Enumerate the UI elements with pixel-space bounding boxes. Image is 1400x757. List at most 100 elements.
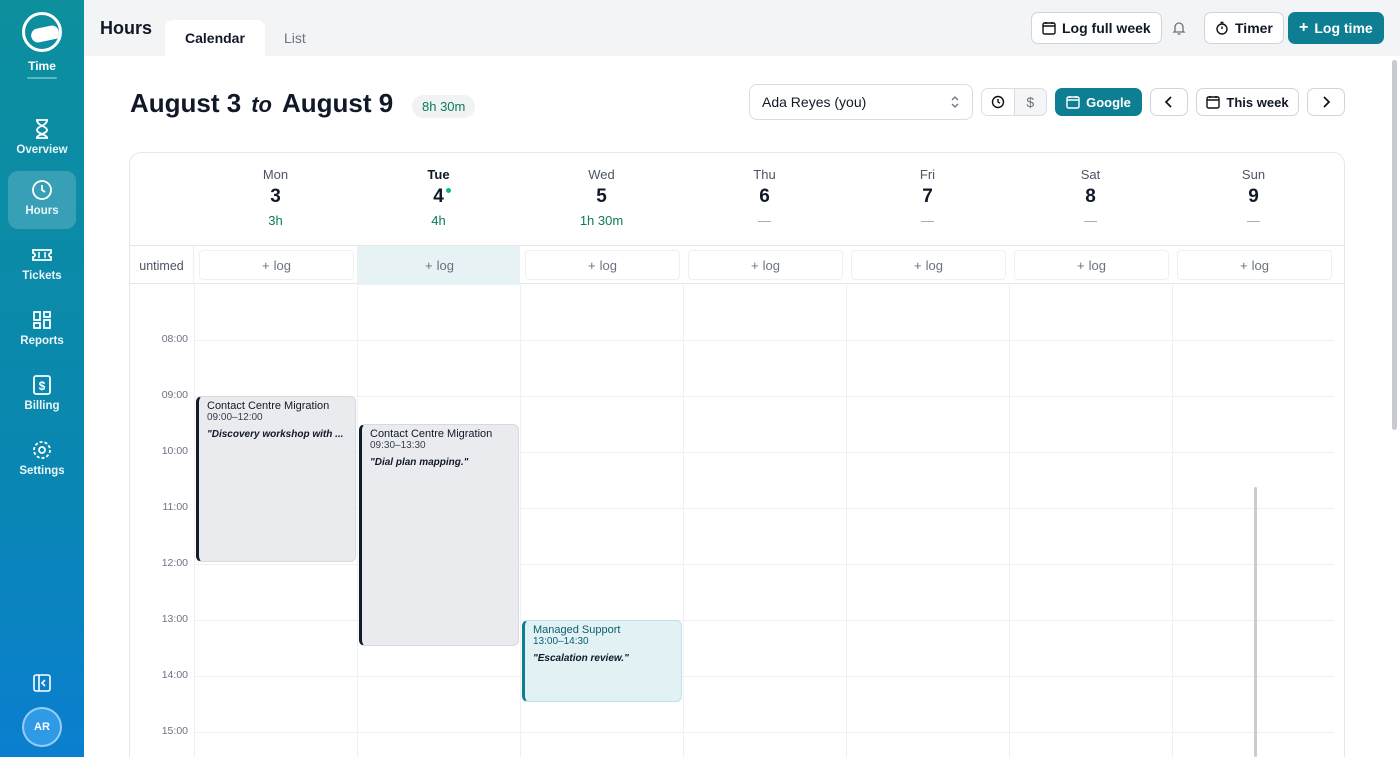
log-untimed-button-mon[interactable]: + log bbox=[199, 250, 354, 280]
log-full-week-label: Log full week bbox=[1062, 20, 1151, 36]
day-header-sat[interactable]: Sat 8 — bbox=[1009, 153, 1172, 245]
day-header-sun[interactable]: Sun 9 — bbox=[1172, 153, 1335, 245]
log-untimed-button-sun[interactable]: + log bbox=[1177, 250, 1332, 280]
google-calendar-button[interactable]: Google bbox=[1055, 88, 1142, 116]
user-select[interactable]: Ada Reyes (you) bbox=[749, 84, 973, 120]
chevron-left-icon bbox=[1164, 96, 1172, 108]
log-untimed-button-fri[interactable]: + log bbox=[851, 250, 1006, 280]
day-number: 9 bbox=[1248, 186, 1259, 207]
week-total-badge: 8h 30m bbox=[412, 95, 476, 118]
clock-icon bbox=[991, 95, 1004, 109]
log-full-week-button[interactable]: Log full week bbox=[1031, 12, 1162, 44]
previous-week-button[interactable] bbox=[1150, 88, 1188, 116]
day-of-week: Wed bbox=[588, 167, 615, 182]
sidebar-item-label: Tickets bbox=[22, 270, 62, 282]
log-label: log bbox=[599, 257, 617, 273]
svg-text:$: $ bbox=[39, 379, 46, 393]
date-range-title: August 3 to August 9 bbox=[130, 88, 393, 119]
entry-time: 09:00–12:00 bbox=[207, 412, 263, 423]
this-week-button[interactable]: This week bbox=[1196, 88, 1299, 116]
hour-line bbox=[194, 396, 1334, 397]
hours-money-toggle: $ bbox=[981, 88, 1047, 116]
log-time-button[interactable]: + Log time bbox=[1288, 12, 1384, 44]
hours-mode-button[interactable] bbox=[982, 89, 1015, 115]
sidebar-item-hours[interactable]: Hours bbox=[8, 171, 76, 229]
column-divider bbox=[194, 284, 195, 757]
day-header-wed[interactable]: Wed 5 1h 30m bbox=[520, 153, 683, 245]
day-number: 6 bbox=[759, 186, 770, 207]
day-total: 1h 30m bbox=[579, 213, 624, 228]
log-label: log bbox=[1088, 257, 1106, 273]
sidebar-item-settings[interactable]: Settings bbox=[8, 431, 76, 489]
clock-icon bbox=[32, 180, 52, 200]
log-label: log bbox=[925, 257, 943, 273]
day-header-tue[interactable]: Tue 4 4h bbox=[357, 153, 520, 245]
week-calendar: Mon 3 3h Tue 4 4h Wed 5 1h 30m Thu 6 — F… bbox=[129, 152, 1345, 757]
tab-calendar[interactable]: Calendar bbox=[165, 20, 265, 56]
hour-label: 10:00 bbox=[161, 445, 188, 457]
log-untimed-button-sat[interactable]: + log bbox=[1014, 250, 1169, 280]
topbar: Hours Calendar List Log full week Timer … bbox=[84, 0, 1400, 56]
log-time-label: Log time bbox=[1314, 20, 1373, 36]
day-number: 7 bbox=[922, 186, 933, 207]
timer-button[interactable]: Timer bbox=[1204, 12, 1284, 44]
untimed-label: untimed bbox=[130, 246, 194, 285]
calendar-icon bbox=[1066, 96, 1080, 109]
log-untimed-button-thu[interactable]: + log bbox=[688, 250, 843, 280]
day-of-week: Fri bbox=[919, 167, 936, 182]
dollar-icon: $ bbox=[33, 375, 51, 395]
column-divider bbox=[1172, 284, 1173, 757]
day-of-week: Tue bbox=[427, 167, 450, 182]
brand-label: Time bbox=[28, 59, 56, 73]
page-scrollbar[interactable] bbox=[1392, 60, 1397, 430]
day-number: 8 bbox=[1085, 186, 1096, 207]
tab-list[interactable]: List bbox=[264, 20, 326, 56]
hour-line bbox=[194, 676, 1334, 677]
day-of-week: Sat bbox=[1080, 167, 1101, 182]
sidebar-item-label: Billing bbox=[24, 400, 60, 412]
next-week-button[interactable] bbox=[1307, 88, 1345, 116]
hour-label: 14:00 bbox=[161, 669, 188, 681]
day-of-week: Mon bbox=[262, 167, 289, 182]
day-total: — bbox=[1084, 213, 1097, 228]
log-untimed-button-tue[interactable]: + log bbox=[362, 250, 517, 280]
column-divider bbox=[846, 284, 847, 757]
day-header-mon[interactable]: Mon 3 3h bbox=[194, 153, 357, 245]
hour-label: 13:00 bbox=[161, 613, 188, 625]
sidebar-item-reports[interactable]: Reports bbox=[8, 301, 76, 359]
sidebar-item-tickets[interactable]: Tickets bbox=[8, 236, 76, 294]
today-dot-icon bbox=[445, 188, 451, 193]
day-header-thu[interactable]: Thu 6 — bbox=[683, 153, 846, 245]
log-label: log bbox=[436, 257, 454, 273]
sidebar-item-billing[interactable]: $ Billing bbox=[8, 366, 76, 424]
chevron-updown-icon bbox=[951, 96, 959, 108]
bell-icon[interactable] bbox=[1171, 20, 1187, 36]
day-number-wrap: 4 bbox=[433, 186, 451, 208]
hour-label: 12:00 bbox=[161, 557, 188, 569]
day-total: — bbox=[921, 213, 934, 228]
day-total: 4h bbox=[431, 213, 446, 228]
hour-label: 08:00 bbox=[161, 333, 188, 345]
time-entry-card[interactable]: Managed Support 13:00–14:30 "Escalation … bbox=[522, 620, 682, 702]
timer-label: Timer bbox=[1235, 20, 1273, 36]
calendar-scrollbar[interactable] bbox=[1254, 487, 1257, 757]
hour-line bbox=[194, 340, 1334, 341]
time-grid[interactable]: 08:00 09:00 10:00 11:00 12:00 13:00 14:0… bbox=[130, 284, 1344, 757]
ticket-icon bbox=[32, 249, 52, 261]
sidebar-item-overview[interactable]: Overview bbox=[8, 110, 76, 168]
time-entry-card[interactable]: Contact Centre Migration 09:30–13:30 "Di… bbox=[359, 424, 519, 646]
this-week-label: This week bbox=[1226, 94, 1289, 110]
log-untimed-button-wed[interactable]: + log bbox=[525, 250, 680, 280]
collapse-sidebar-icon[interactable] bbox=[32, 673, 52, 693]
page-title: Hours bbox=[100, 18, 153, 38]
sidebar-item-label: Settings bbox=[19, 465, 65, 477]
entry-project: Contact Centre Migration bbox=[370, 428, 493, 440]
avatar[interactable]: AR bbox=[22, 707, 62, 747]
time-entry-card[interactable]: Contact Centre Migration 09:00–12:00 "Di… bbox=[196, 396, 356, 562]
stopwatch-icon bbox=[1216, 21, 1228, 35]
brand[interactable]: Time bbox=[0, 12, 84, 79]
column-divider bbox=[520, 284, 521, 757]
day-header-fri[interactable]: Fri 7 — bbox=[846, 153, 1009, 245]
day-number: 5 bbox=[596, 186, 607, 207]
money-mode-button[interactable]: $ bbox=[1015, 89, 1047, 115]
